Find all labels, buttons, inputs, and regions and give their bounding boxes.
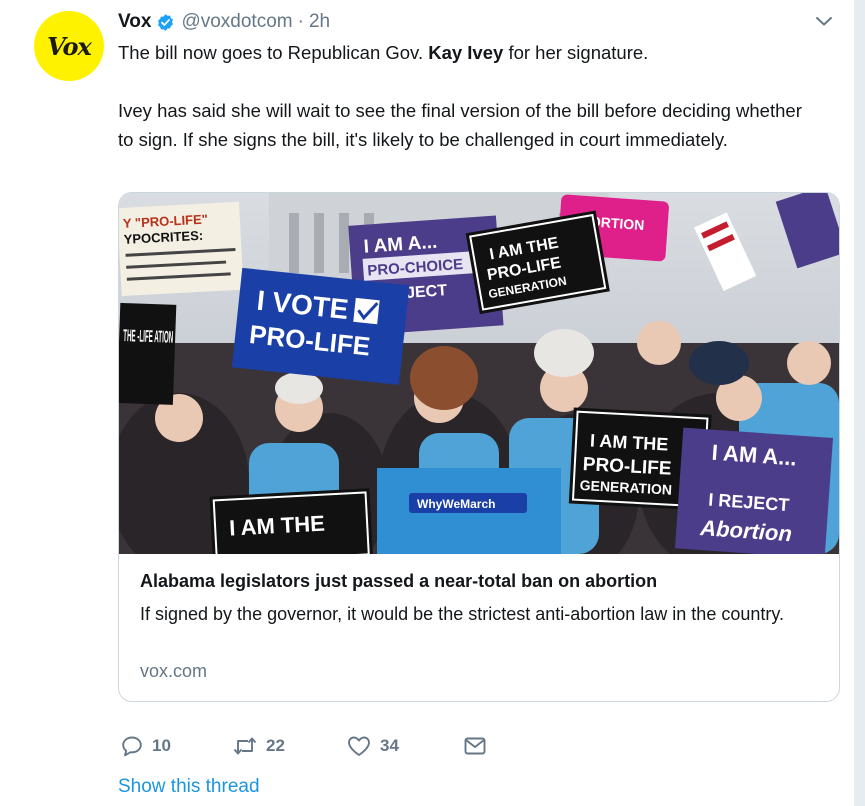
user-handle[interactable]: @voxdotcom	[181, 11, 292, 33]
tweet-text-segment: The bill now goes to Republican Gov.	[118, 42, 429, 63]
tweet-text-paragraph-2: Ivey has said she will wait to see the f…	[118, 100, 802, 150]
sign-gen2-line1: I AM THE	[590, 430, 669, 454]
avatar[interactable]: Vox	[34, 11, 104, 81]
direct-message-button[interactable]	[462, 734, 488, 758]
tweet-text-paragraph-1: The bill now goes to Republican Gov. Kay…	[118, 38, 818, 67]
reply-button[interactable]: 10	[120, 734, 232, 758]
link-card[interactable]: Y "PRO-LIFE" YPOCRITES: ABORTION I AM A.…	[118, 192, 840, 702]
reply-count: 10	[152, 736, 171, 755]
like-button[interactable]: 34	[346, 734, 462, 758]
envelope-icon	[464, 737, 486, 755]
reply-icon	[122, 736, 142, 757]
tweet[interactable]: Vox Vox @voxdotcom · 2h The bill now goe…	[0, 0, 855, 806]
avatar-logo: Vox	[47, 31, 92, 61]
verified-badge-icon	[156, 13, 175, 32]
tweet-text: The bill now goes to Republican Gov. Kay…	[118, 38, 818, 154]
tweet-text-segment: for her signature.	[503, 42, 649, 63]
sign-whywemarch: WhyWeMarch	[417, 497, 495, 511]
tweet-actions: 10 22 34	[120, 732, 488, 760]
like-count: 34	[380, 736, 399, 755]
mention-bold: Kay Ivey	[428, 42, 504, 63]
show-thread-link[interactable]: Show this thread	[118, 776, 260, 798]
card-photo[interactable]: Y "PRO-LIFE" YPOCRITES: ABORTION I AM A.…	[119, 193, 839, 554]
sign-bottom: I AM THE	[229, 511, 326, 541]
tweet-header: Vox @voxdotcom · 2h	[118, 9, 834, 35]
retweet-icon	[233, 737, 257, 755]
retweet-button[interactable]: 22	[232, 734, 346, 758]
chevron-down-icon[interactable]	[814, 11, 834, 37]
separator-dot: ·	[297, 11, 304, 32]
timestamp[interactable]: 2h	[309, 11, 330, 33]
card-description: If signed by the governor, it would be t…	[140, 604, 785, 624]
card-title[interactable]: Alabama legislators just passed a near-t…	[140, 571, 819, 592]
heart-icon	[348, 736, 370, 756]
display-name[interactable]: Vox	[118, 11, 151, 33]
sign-left: THE -LIFE ATION	[123, 326, 174, 347]
retweet-count: 22	[266, 736, 285, 755]
card-domain: vox.com	[140, 661, 208, 681]
